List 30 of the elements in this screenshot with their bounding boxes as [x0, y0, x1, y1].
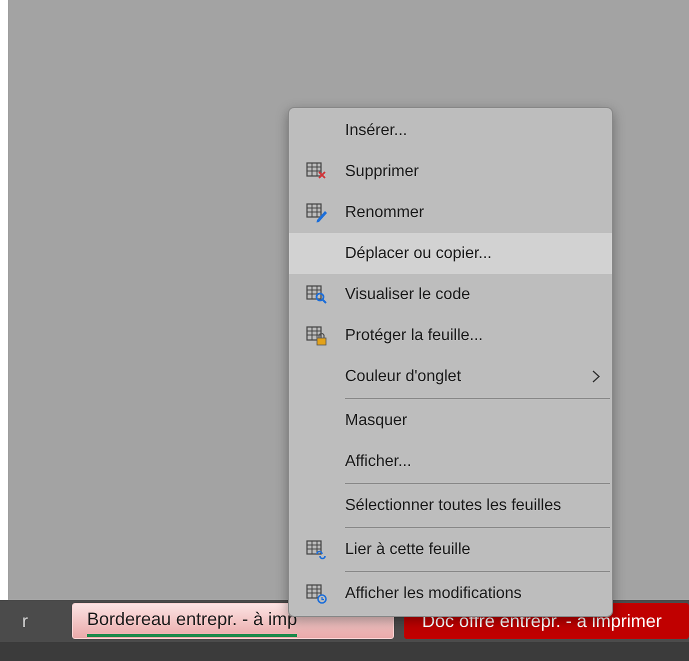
- menu-item-label: Masquer: [345, 410, 408, 430]
- table-pencil-icon: [306, 202, 328, 224]
- menu-item[interactable]: Déplacer ou copier...: [289, 233, 612, 274]
- menu-item[interactable]: Visualiser le code: [289, 274, 612, 315]
- menu-item[interactable]: Renommer: [289, 192, 612, 233]
- menu-item[interactable]: Lier à cette feuille: [289, 529, 612, 570]
- menu-item-label: Afficher...: [345, 452, 412, 472]
- menu-item[interactable]: Afficher...: [289, 441, 612, 482]
- table-lock-icon: [306, 324, 328, 346]
- menu-item-label: Renommer: [345, 202, 424, 222]
- table-link-icon: [306, 538, 328, 560]
- chevron-right-icon: [592, 370, 600, 383]
- menu-item[interactable]: Sélectionner toutes les feuilles: [289, 485, 612, 526]
- menu-item[interactable]: Insérer...: [289, 110, 612, 151]
- menu-item-label: Visualiser le code: [345, 284, 470, 304]
- menu-item-label: Déplacer ou copier...: [345, 244, 492, 264]
- menu-item-label: Protéger la feuille...: [345, 326, 483, 346]
- sheet-tab[interactable]: r: [0, 603, 30, 639]
- menu-item-label: Insérer...: [345, 120, 408, 140]
- menu-item-label: Couleur d'onglet: [345, 366, 462, 386]
- menu-item[interactable]: Masquer: [289, 400, 612, 441]
- menu-item-label: Afficher les modifications: [345, 584, 522, 604]
- menu-item-label: Sélectionner toutes les feuilles: [345, 496, 562, 516]
- magnifier-icon: [306, 284, 328, 306]
- menu-item[interactable]: Protéger la feuille...: [289, 315, 612, 356]
- menu-item-label: Supprimer: [345, 162, 419, 182]
- menu-item-label: Lier à cette feuille: [345, 540, 470, 560]
- menu-item[interactable]: Supprimer: [289, 151, 612, 192]
- menu-item[interactable]: Couleur d'onglet: [289, 356, 612, 397]
- table-history-icon: [306, 582, 328, 604]
